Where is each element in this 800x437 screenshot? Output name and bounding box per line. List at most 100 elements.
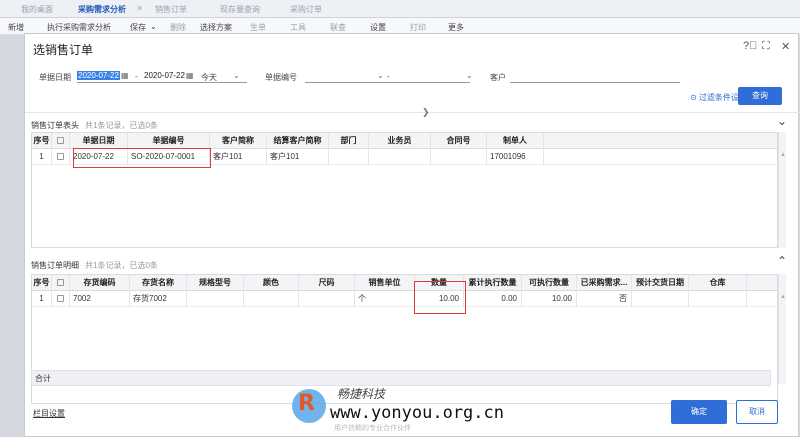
- col-select-all[interactable]: [52, 133, 70, 149]
- col-size[interactable]: 尺码: [299, 275, 355, 291]
- cell-customer: 客户101: [210, 149, 267, 165]
- table-row[interactable]: 1 7002 存货7002 个 10.00 0.00 10.00 否: [32, 291, 777, 307]
- col-doc-date[interactable]: 单据日期: [70, 133, 128, 149]
- column-settings-link[interactable]: 栏目设置: [33, 408, 65, 419]
- toolbar-print-button[interactable]: 打印: [410, 22, 426, 33]
- toolbar-tools-button[interactable]: 工具: [290, 22, 306, 33]
- toolbar-new-button[interactable]: 新增: [8, 22, 24, 33]
- toolbar-run-analysis-button[interactable]: 执行采购需求分析: [47, 22, 111, 33]
- close-icon[interactable]: ×: [137, 3, 142, 13]
- col-warehouse[interactable]: 仓库: [689, 275, 747, 291]
- col-delivery-date[interactable]: 预计交货日期: [632, 275, 689, 291]
- date-range-select[interactable]: 今天: [201, 72, 217, 83]
- toolbar-more-button[interactable]: 更多: [448, 22, 464, 33]
- cell-department: [329, 149, 369, 165]
- collapse-toggle-icon[interactable]: ❯: [422, 107, 430, 118]
- tab-purchase-order[interactable]: 采购订单: [290, 4, 322, 15]
- cell-spec: [187, 291, 244, 307]
- chevron-down-icon[interactable]: ⌄: [377, 71, 384, 80]
- maximize-icon[interactable]: ⛶: [762, 40, 770, 53]
- cell-seq: 1: [32, 149, 52, 165]
- toolbar-settings-button[interactable]: 设置: [370, 22, 386, 33]
- close-icon[interactable]: ✕: [781, 40, 790, 53]
- checkbox[interactable]: [57, 295, 64, 303]
- toolbar-generate-button[interactable]: 生单: [250, 22, 266, 33]
- toolbar-linkquery-button[interactable]: 联查: [330, 22, 346, 33]
- col-settle-customer[interactable]: 结算客户简称: [267, 133, 329, 149]
- cell-executable-qty: 10.00: [522, 291, 577, 307]
- detail-grid-column-row: 序号 存货编码 存货名称 规格型号 颜色 尺码 销售单位 数量 累计执行数量 可…: [32, 275, 777, 291]
- cell-sales-unit: 个: [355, 291, 415, 307]
- cell-contract: [431, 149, 487, 165]
- col-executed-qty[interactable]: 累计执行数量: [464, 275, 522, 291]
- col-doc-no[interactable]: 单据编号: [128, 133, 210, 149]
- col-department[interactable]: 部门: [329, 133, 369, 149]
- date-label: 单据日期: [39, 73, 71, 82]
- col-purchase-demand[interactable]: 已采购需求...: [577, 275, 632, 291]
- col-customer[interactable]: 客户简称: [210, 133, 267, 149]
- cell-quantity: 10.00: [415, 291, 464, 307]
- toolbar-save-button[interactable]: 保存: [130, 22, 146, 33]
- col-sales-unit[interactable]: 销售单位: [355, 275, 415, 291]
- toolbar-scheme-button[interactable]: 选择方案: [200, 22, 232, 33]
- select-sales-order-dialog: 选销售订单 ?⃝ ⛶ ✕ 单据日期 2020-07-22 ▦ - 2020-07…: [24, 33, 800, 437]
- header-grid-scrollbar[interactable]: ▲: [778, 132, 786, 248]
- cell-delivery-date: [632, 291, 689, 307]
- tab-stock-query[interactable]: 现存量查询: [220, 4, 260, 15]
- calendar-icon[interactable]: ▦: [121, 71, 129, 80]
- checkbox[interactable]: [57, 153, 64, 161]
- cancel-button[interactable]: 取消: [736, 400, 778, 424]
- docno-label: 单据编号: [265, 73, 297, 82]
- tab-purchase-demand-analysis[interactable]: 采购需求分析: [78, 4, 126, 15]
- checkbox[interactable]: [57, 279, 64, 287]
- col-creator[interactable]: 制单人: [487, 133, 544, 149]
- col-select-all[interactable]: [52, 275, 70, 291]
- col-seq: 序号: [32, 133, 52, 149]
- cell-item-code: 7002: [70, 291, 130, 307]
- toolbar-delete-button[interactable]: 删除: [170, 22, 186, 33]
- checkbox[interactable]: [57, 137, 64, 145]
- sales-order-header-grid: 序号 单据日期 单据编号 客户简称 结算客户简称 部门 业务员 合同号 制单人 …: [31, 132, 778, 248]
- customer-field[interactable]: [510, 70, 680, 83]
- row-select[interactable]: [52, 291, 70, 307]
- detail-grid-scrollbar[interactable]: ▲: [778, 274, 786, 384]
- chevron-down-icon[interactable]: ⌄: [777, 114, 787, 128]
- header-record-count: 共1条记录，已选0条: [85, 121, 158, 130]
- total-row: 合计: [31, 370, 771, 386]
- docno-separator: -: [387, 72, 390, 81]
- cell-item-name: 存货7002: [130, 291, 187, 307]
- ok-button[interactable]: 确定: [671, 400, 727, 424]
- cell-settle-customer: 客户101: [267, 149, 329, 165]
- scroll-up-icon[interactable]: ▲: [780, 294, 786, 300]
- header-section-title: 销售订单表头 共1条记录，已选0条: [31, 120, 158, 131]
- cell-warehouse: [689, 291, 747, 307]
- chevron-down-icon[interactable]: ⌄: [233, 71, 240, 80]
- col-quantity[interactable]: 数量: [415, 275, 464, 291]
- divider: [25, 112, 800, 113]
- tab-desktop[interactable]: 我的桌面: [21, 4, 53, 15]
- cell-doc-date: 2020-07-22: [70, 149, 128, 165]
- help-icon[interactable]: ?⃝: [743, 40, 757, 52]
- query-button[interactable]: 查询: [738, 87, 782, 105]
- cell-seq: 1: [32, 291, 52, 307]
- col-salesman[interactable]: 业务员: [369, 133, 431, 149]
- scroll-up-icon[interactable]: ▲: [780, 152, 786, 158]
- col-item-code[interactable]: 存货编码: [70, 275, 130, 291]
- col-spec[interactable]: 规格型号: [187, 275, 244, 291]
- chevron-up-icon[interactable]: ⌃: [777, 254, 787, 268]
- col-executable-qty[interactable]: 可执行数量: [522, 275, 577, 291]
- col-item-name[interactable]: 存货名称: [130, 275, 187, 291]
- detail-section-title: 销售订单明细 共1条记录，已选0条: [31, 260, 158, 271]
- chevron-down-icon[interactable]: ⌄: [466, 71, 473, 80]
- calendar-icon[interactable]: ▦: [186, 71, 194, 80]
- table-row[interactable]: 1 2020-07-22 SO-2020-07-0001 客户101 客户101…: [32, 149, 777, 165]
- col-contract[interactable]: 合同号: [431, 133, 487, 149]
- tab-sales-order[interactable]: 销售订单: [155, 4, 187, 15]
- col-color[interactable]: 颜色: [244, 275, 299, 291]
- date-from-input[interactable]: 2020-07-22: [77, 71, 120, 80]
- row-select[interactable]: [52, 149, 70, 165]
- settings-icon: ⊙: [690, 93, 697, 102]
- date-to-input[interactable]: 2020-07-22: [143, 71, 186, 80]
- chevron-down-icon: ⌄: [150, 22, 157, 31]
- detail-record-count: 共1条记录，已选0条: [85, 261, 158, 270]
